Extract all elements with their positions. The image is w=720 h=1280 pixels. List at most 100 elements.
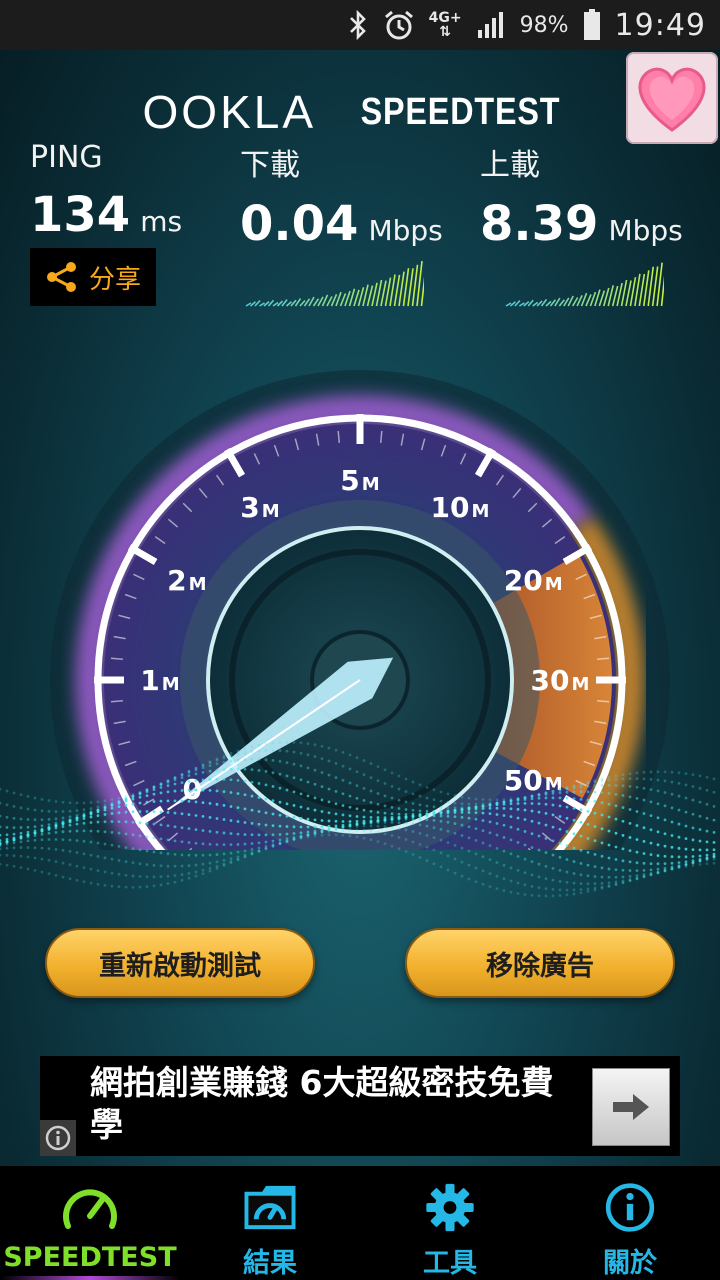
- wave-dot: [593, 811, 597, 815]
- wave-dot: [117, 801, 121, 805]
- wave-dot: [712, 857, 716, 861]
- wave-dot: [26, 839, 30, 843]
- wave-dot: [467, 849, 471, 853]
- restart-test-button[interactable]: 重新啟動測試: [45, 928, 315, 998]
- wave-dot: [551, 803, 555, 807]
- wave-dot: [600, 801, 604, 805]
- share-label: 分享: [88, 264, 141, 295]
- remove-ads-button[interactable]: 移除廣告: [405, 928, 675, 998]
- wave-dot: [558, 788, 562, 792]
- wave-dot: [152, 810, 156, 814]
- wave-dot: [705, 775, 709, 779]
- wave-dot: [474, 827, 478, 830]
- wave-dot: [215, 802, 219, 806]
- wave-dot: [439, 827, 443, 831]
- wave-dot: [292, 776, 296, 780]
- wave-dot: [5, 833, 9, 837]
- wave-dot: [439, 814, 443, 818]
- wave-dot: [677, 808, 681, 812]
- wave-dot: [236, 843, 240, 846]
- wave-dot: [173, 799, 177, 803]
- wave-dot: [89, 815, 93, 819]
- wave-dot: [397, 798, 401, 802]
- wave-dot: [474, 852, 478, 856]
- gauge-minor-tick: [597, 657, 610, 661]
- wave-dot: [313, 825, 317, 829]
- wave-dot: [586, 822, 590, 826]
- wave-dot: [621, 833, 625, 837]
- wave-dot: [488, 872, 492, 876]
- wave-dot: [621, 875, 625, 879]
- wave-dot: [110, 871, 114, 875]
- wave-dot: [600, 779, 604, 783]
- share-button[interactable]: 分享: [30, 248, 156, 306]
- wave-dot: [201, 801, 205, 804]
- wave-dot: [425, 845, 429, 849]
- wave-dot: [418, 803, 422, 807]
- ad-arrow-button[interactable]: [592, 1068, 670, 1146]
- wave-dot: [61, 825, 65, 828]
- wave-dot: [180, 864, 184, 868]
- ad-banner[interactable]: 網拍創業賺錢 6大超級密技免費學: [40, 1056, 680, 1156]
- wave-dot: [712, 804, 716, 808]
- wave-dot: [96, 800, 100, 804]
- wave-dot: [698, 774, 702, 778]
- wave-dot: [355, 815, 359, 818]
- wave-dot: [145, 875, 149, 879]
- nav-speedtest[interactable]: SPEEDTEST: [0, 1166, 180, 1280]
- ping-stat: PING 134 ms: [30, 140, 182, 243]
- wave-dot: [460, 874, 464, 878]
- wave-dot: [530, 893, 534, 897]
- heart-badge[interactable]: [626, 52, 718, 144]
- wave-dot: [509, 815, 513, 819]
- wave-dot: [180, 840, 184, 844]
- wave-dot: [397, 774, 401, 778]
- wave-dot: [306, 825, 310, 829]
- wave-dot: [166, 799, 170, 803]
- wave-dot: [61, 822, 65, 826]
- wave-dot: [341, 813, 345, 817]
- ad-info-icon[interactable]: [40, 1120, 76, 1156]
- nav-results[interactable]: 結果: [180, 1166, 360, 1280]
- wave-dot: [236, 832, 240, 836]
- wave-dot: [376, 816, 380, 819]
- wave-dot: [131, 795, 135, 799]
- wave-dot: [152, 863, 156, 867]
- wave-dot: [544, 792, 548, 796]
- wave-dot: [390, 771, 394, 775]
- wave-dot: [257, 822, 261, 826]
- wave-dot: [0, 814, 2, 818]
- wave-dot: [418, 823, 422, 827]
- wave-dot: [418, 794, 422, 798]
- wave-dot: [600, 841, 604, 845]
- wave-dot: [481, 798, 485, 801]
- wave-dot: [348, 753, 352, 757]
- nav-tools[interactable]: 工具: [360, 1166, 540, 1280]
- wave-dot: [628, 836, 632, 839]
- wave-dot: [68, 809, 72, 813]
- wave-dot: [705, 848, 709, 852]
- wave-dot: [54, 860, 58, 864]
- wave-dot: [691, 826, 695, 830]
- wave-dot: [208, 764, 212, 768]
- wave-dot: [264, 783, 268, 787]
- wave-dot: [663, 804, 667, 808]
- wave-dot: [642, 826, 646, 830]
- wave-dot: [418, 843, 422, 846]
- wave-dot: [96, 805, 100, 809]
- wave-dot: [320, 830, 324, 834]
- wave-dot: [131, 885, 135, 889]
- wave-dot: [145, 810, 149, 813]
- wave-dot: [194, 800, 198, 804]
- wave-dot: [537, 802, 541, 806]
- wave-dot: [180, 878, 184, 882]
- wave-dot: [544, 812, 548, 815]
- wave-dot: [635, 850, 639, 854]
- wave-dot: [516, 816, 520, 820]
- wave-dot: [565, 830, 569, 833]
- wave-dot: [467, 825, 471, 829]
- wave-dot: [586, 837, 590, 840]
- wave-dot: [117, 859, 121, 862]
- nav-about[interactable]: 關於: [540, 1166, 720, 1280]
- wave-dot: [68, 829, 72, 833]
